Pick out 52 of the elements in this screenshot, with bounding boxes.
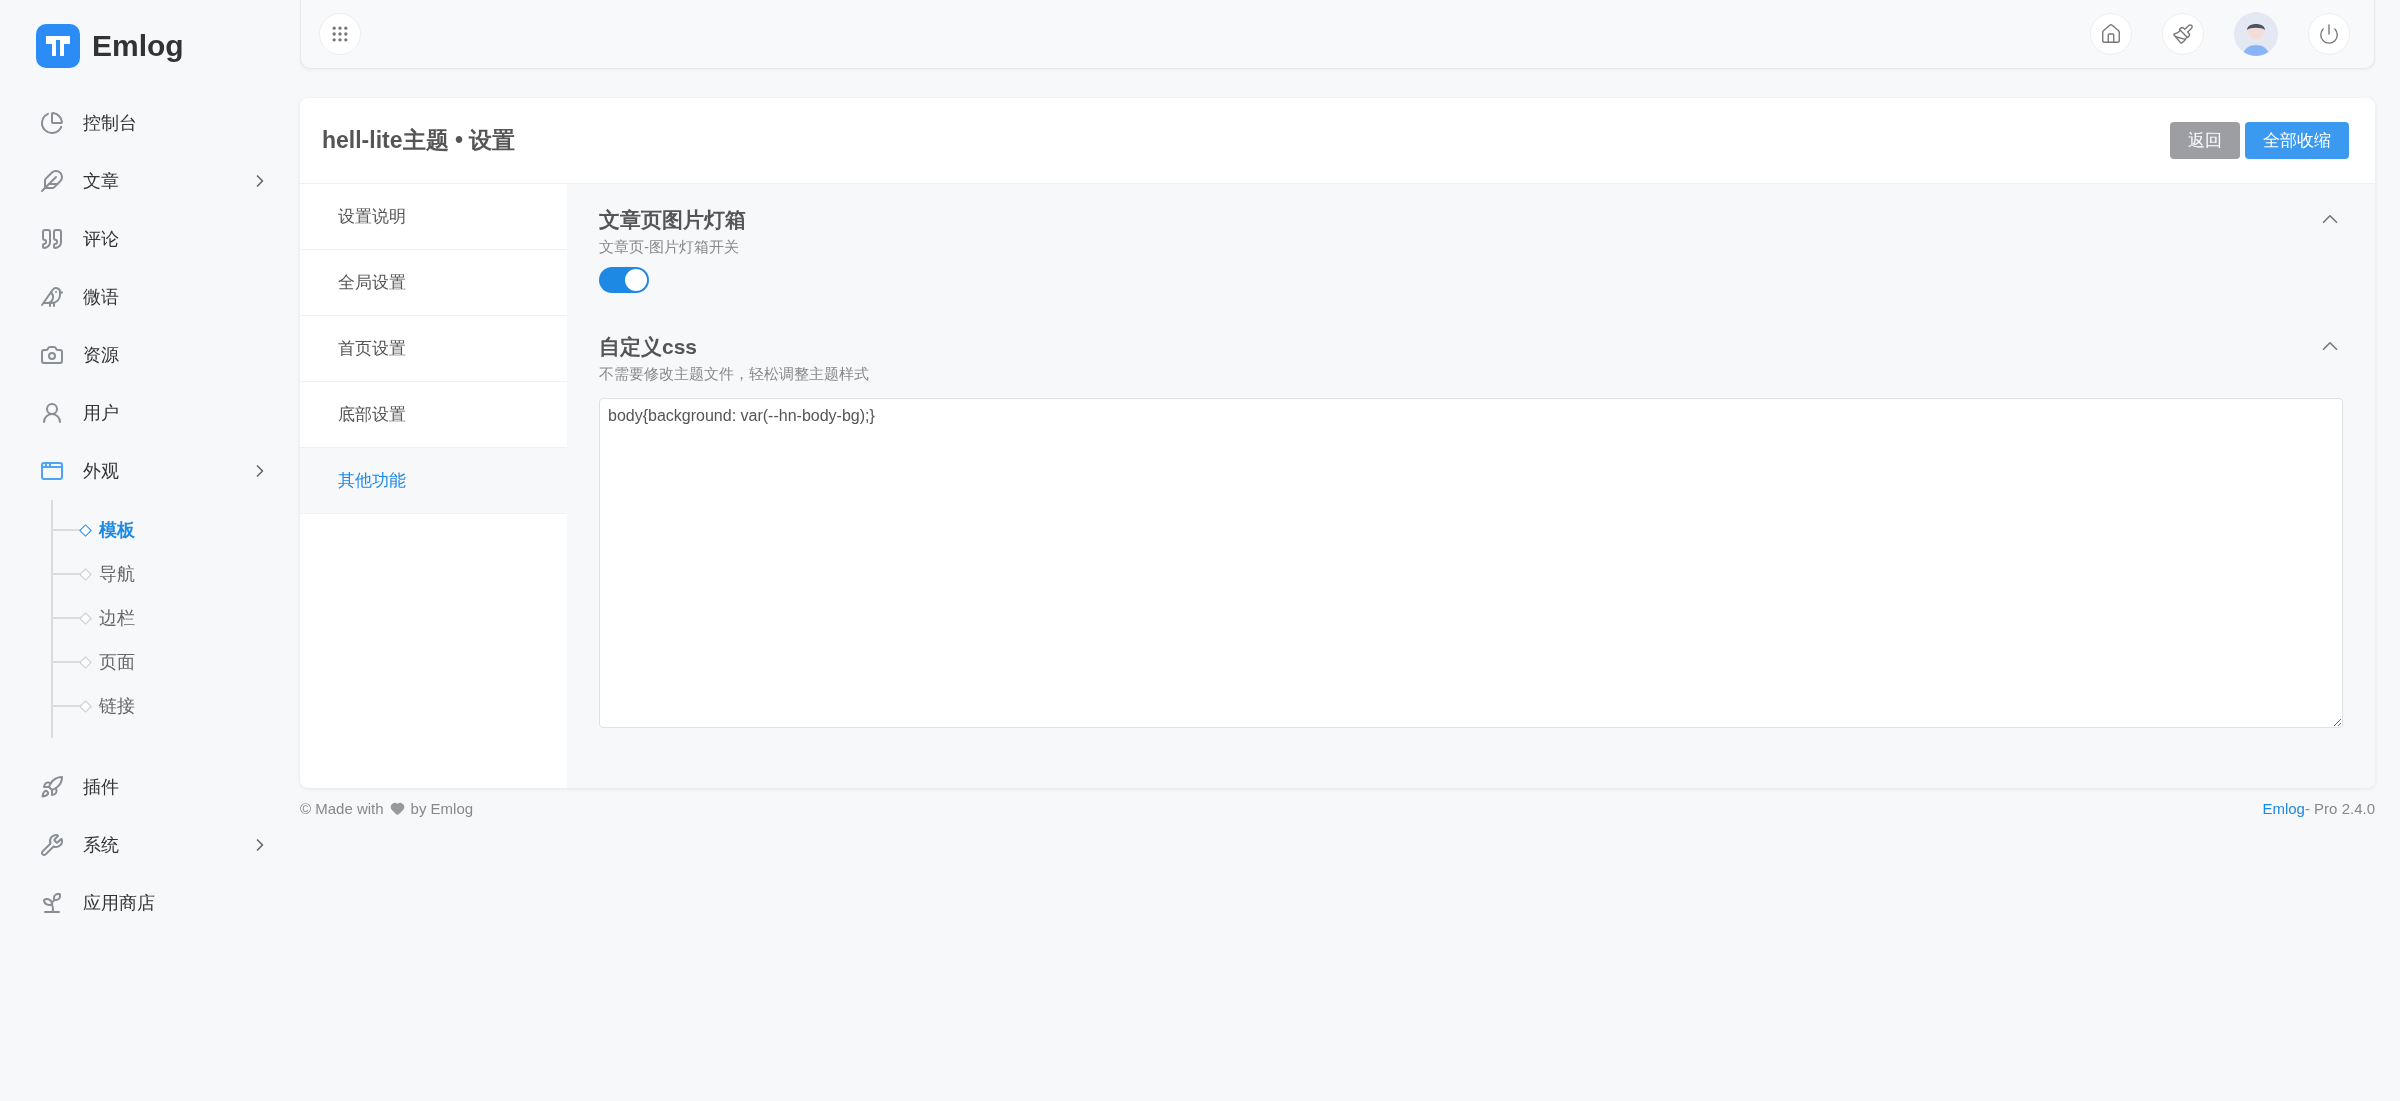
power-icon <box>2318 23 2340 45</box>
settings-tab[interactable]: 其他功能 <box>300 448 567 514</box>
sidebar-item[interactable]: 用户 <box>0 384 300 442</box>
power-button[interactable] <box>2308 13 2350 55</box>
pie-chart-icon <box>40 111 64 135</box>
sidebar-item[interactable]: 文章 <box>0 152 300 210</box>
section-title: 自定义css <box>599 334 699 360</box>
page-title: hell-lite主题 • 设置 <box>322 126 516 155</box>
brush-button[interactable] <box>2162 13 2204 55</box>
settings-tab[interactable]: 设置说明 <box>300 184 567 250</box>
home-button[interactable] <box>2090 13 2132 55</box>
grid-icon <box>330 24 350 44</box>
version-text: - Pro 2.4.0 <box>2304 800 2375 817</box>
sidebar-item[interactable]: 应用商店 <box>0 874 300 932</box>
sidebar-item[interactable]: 外观 <box>0 442 300 500</box>
logo-icon <box>36 24 80 68</box>
sprout-icon <box>40 891 64 915</box>
sidebar-item[interactable]: 资源 <box>0 326 300 384</box>
apps-button[interactable] <box>319 13 361 55</box>
wrench-icon <box>40 833 64 857</box>
emlog-link[interactable]: Emlog <box>2262 800 2305 817</box>
brush-icon <box>2172 23 2194 45</box>
sidebar-item[interactable]: 控制台 <box>0 94 300 152</box>
avatar-icon[interactable] <box>2234 12 2278 56</box>
brand-name: Emlog <box>92 29 184 63</box>
footer-text: © Made with <box>300 800 384 817</box>
settings-tab[interactable]: 全局设置 <box>300 250 567 316</box>
submenu-item[interactable]: 导航 <box>99 562 135 586</box>
feather-icon <box>40 169 64 193</box>
section-description: 文章页-图片灯箱开关 <box>599 238 740 257</box>
bird-icon <box>40 285 64 309</box>
settings-tab[interactable]: 首页设置 <box>300 316 567 382</box>
heart-icon <box>389 801 405 816</box>
section-description: 不需要修改主题文件，轻松调整主题样式 <box>599 365 870 384</box>
section-title: 文章页图片灯箱 <box>599 207 747 233</box>
sidebar-item[interactable]: 系统 <box>0 816 300 874</box>
sidebar-item[interactable]: 插件 <box>0 758 300 816</box>
home-icon <box>2100 23 2122 45</box>
settings-tab[interactable]: 底部设置 <box>300 382 567 448</box>
window-icon <box>40 459 64 483</box>
submenu-item[interactable]: 边栏 <box>99 606 135 630</box>
submenu-item[interactable]: 页面 <box>99 650 135 674</box>
submenu-item[interactable]: 链接 <box>99 694 135 718</box>
rocket-icon <box>40 775 64 799</box>
css-textarea[interactable]: body{background: var(--hn-body-bg);} <box>599 398 2343 728</box>
sidebar-item[interactable]: 评论 <box>0 210 300 268</box>
toggle-switch[interactable] <box>599 267 649 293</box>
camera-icon <box>40 343 64 367</box>
sidebar-item[interactable]: 微语 <box>0 268 300 326</box>
footer-text: by Emlog <box>410 800 474 817</box>
quote-icon <box>40 227 64 251</box>
user-icon <box>40 401 64 425</box>
